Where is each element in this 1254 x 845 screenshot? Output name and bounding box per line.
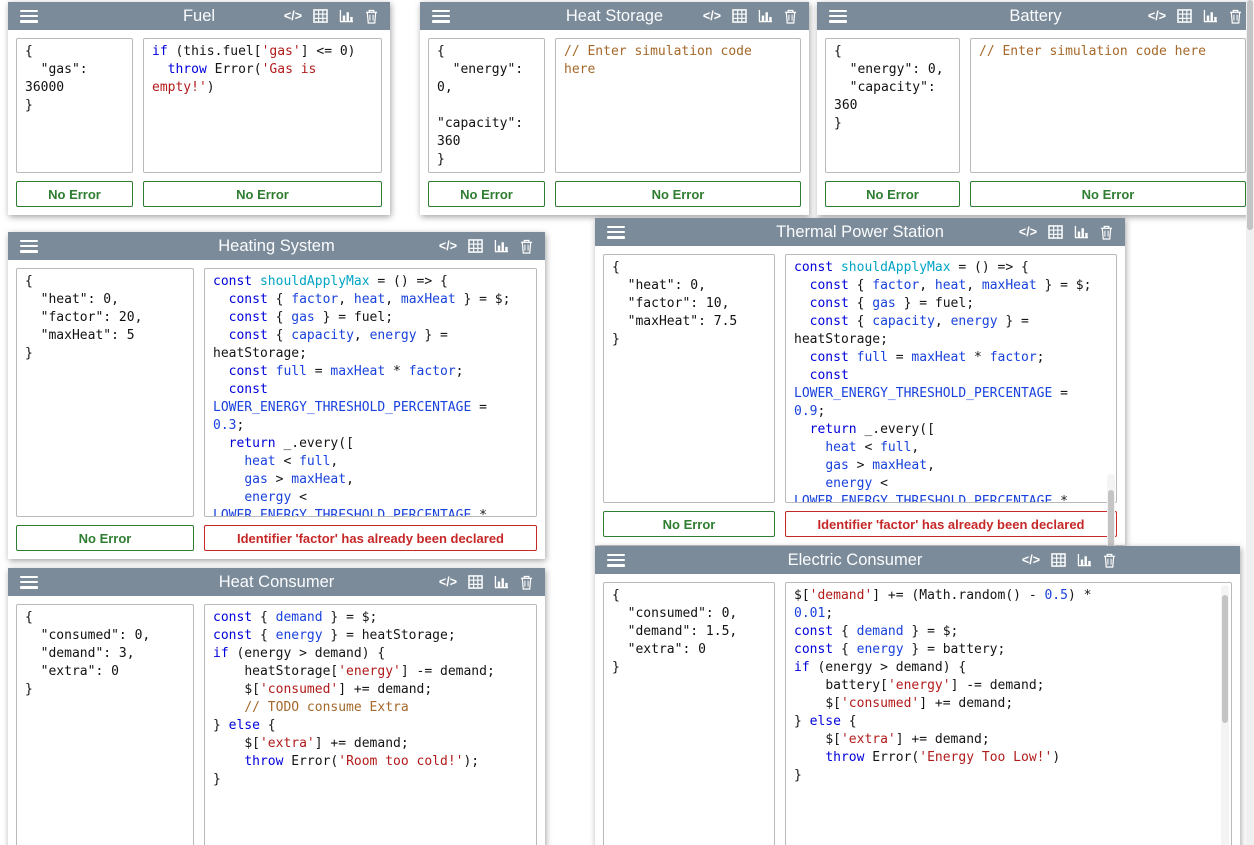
panel-title: Thermal Power Station (776, 223, 944, 242)
state-editor[interactable]: { "gas": 36000 } (16, 38, 133, 173)
panel-title: Battery (1009, 7, 1061, 26)
panel-heat-consumer: Heat Consumer </> { "consumed": 0, "dema… (8, 568, 545, 845)
panel-header[interactable]: Heating System </> (8, 232, 545, 260)
menu-icon[interactable] (829, 10, 847, 23)
panel-header[interactable]: Fuel </> (8, 2, 390, 30)
code-status: No Error (143, 181, 382, 207)
code-view-icon[interactable]: </> (1019, 226, 1037, 239)
chart-view-icon[interactable] (758, 9, 773, 23)
chart-view-icon[interactable] (1077, 553, 1092, 567)
header-icons: </> (439, 575, 533, 590)
panel-electric-consumer: Electric Consumer </> { "consumed": 0, "… (595, 546, 1240, 845)
status-row: No Error Identifier 'factor' has already… (595, 511, 1125, 545)
header-icons: </> (284, 9, 378, 24)
code-view-icon[interactable]: </> (703, 10, 721, 23)
state-editor[interactable]: { "heat": 0, "factor": 10, "maxHeat": 7.… (603, 254, 775, 503)
chart-view-icon[interactable] (494, 239, 509, 253)
code-editor[interactable]: if (this.fuel['gas'] <= 0) throw Error('… (143, 38, 382, 173)
trash-icon[interactable] (520, 239, 533, 254)
table-view-icon[interactable] (1048, 225, 1063, 239)
code-status: Identifier 'factor' has already been dec… (204, 525, 537, 551)
status-row: No Error No Error (420, 181, 809, 215)
menu-icon[interactable] (607, 554, 625, 567)
panel-thermal-power-station: Thermal Power Station </> { "heat": 0, "… (595, 218, 1125, 545)
state-editor[interactable]: { "energy": 0, "capacity": 360 } (825, 38, 960, 173)
header-icons: </> (439, 239, 533, 254)
header-icons: </> (703, 9, 797, 24)
code-status: No Error (970, 181, 1246, 207)
panel-title: Fuel (183, 7, 215, 26)
header-icons: </> (1019, 225, 1113, 240)
code-editor[interactable]: const shouldApplyMax = () => { const { f… (785, 254, 1117, 503)
state-status: No Error (16, 181, 133, 207)
panel-title: Heat Storage (566, 7, 663, 26)
trash-icon[interactable] (1103, 553, 1116, 568)
code-view-icon[interactable]: </> (284, 10, 302, 23)
table-view-icon[interactable] (732, 9, 747, 23)
chart-view-icon[interactable] (339, 9, 354, 23)
panel-title: Electric Consumer (788, 551, 923, 570)
status-row: No Error No Error (8, 181, 390, 215)
status-row: No Error No Error (817, 181, 1254, 215)
state-editor[interactable]: { "energy": 0, "capacity": 360 } (428, 38, 545, 173)
panel-title: Heating System (218, 237, 334, 256)
simulation-dashboard: Fuel </> { "gas": 36000 } if (this.fuel[… (0, 0, 1254, 845)
code-view-icon[interactable]: </> (439, 240, 457, 253)
code-view-icon[interactable]: </> (1148, 10, 1166, 23)
code-scrollbar[interactable] (1221, 585, 1229, 845)
code-status: Identifier 'factor' has already been dec… (785, 511, 1117, 537)
state-status: No Error (16, 525, 194, 551)
panel-battery: Battery </> { "energy": 0, "capacity": 3… (817, 2, 1254, 215)
state-status: No Error (825, 181, 960, 207)
table-view-icon[interactable] (1177, 9, 1192, 23)
menu-icon[interactable] (20, 10, 38, 23)
menu-icon[interactable] (432, 10, 450, 23)
table-view-icon[interactable] (468, 239, 483, 253)
code-view-icon[interactable]: </> (1022, 554, 1040, 567)
panel-fuel: Fuel </> { "gas": 36000 } if (this.fuel[… (8, 2, 390, 215)
table-view-icon[interactable] (313, 9, 328, 23)
panel-heating-system: Heating System </> { "heat": 0, "factor"… (8, 232, 545, 559)
state-editor[interactable]: { "consumed": 0, "demand": 3, "extra": 0… (16, 604, 194, 845)
trash-icon[interactable] (520, 575, 533, 590)
code-editor[interactable]: const shouldApplyMax = () => { const { f… (204, 268, 537, 517)
panel-header[interactable]: Battery </> (817, 2, 1254, 30)
scrollbar-thumb[interactable] (1222, 595, 1228, 723)
status-row: No Error Identifier 'factor' has already… (8, 525, 545, 559)
code-editor[interactable]: // Enter simulation codehere (555, 38, 801, 173)
code-editor[interactable]: // Enter simulation code here (970, 38, 1246, 173)
panel-title: Heat Consumer (219, 573, 335, 592)
menu-icon[interactable] (20, 240, 38, 253)
chart-view-icon[interactable] (494, 575, 509, 589)
panel-header[interactable]: Thermal Power Station </> (595, 218, 1125, 246)
table-view-icon[interactable] (1051, 553, 1066, 567)
state-status: No Error (603, 511, 775, 537)
panel-heat-storage: Heat Storage </> { "energy": 0, "capacit… (420, 2, 809, 215)
state-status: No Error (428, 181, 545, 207)
chart-view-icon[interactable] (1203, 9, 1218, 23)
state-editor[interactable]: { "heat": 0, "factor": 20, "maxHeat": 5 … (16, 268, 194, 517)
trash-icon[interactable] (784, 9, 797, 24)
panel-header[interactable]: Electric Consumer </> (595, 546, 1240, 574)
menu-icon[interactable] (607, 226, 625, 239)
scrollbar-thumb[interactable] (1247, 0, 1253, 230)
code-status: No Error (555, 181, 801, 207)
state-editor[interactable]: { "consumed": 0, "demand": 1.5, "extra":… (603, 582, 775, 845)
trash-icon[interactable] (365, 9, 378, 24)
trash-icon[interactable] (1100, 225, 1113, 240)
table-view-icon[interactable] (468, 575, 483, 589)
panel-header[interactable]: Heat Consumer </> (8, 568, 545, 596)
header-icons: </> (1148, 9, 1242, 24)
header-icons: </> (1022, 553, 1116, 568)
code-editor[interactable]: const { demand } = $;const { energy } = … (204, 604, 537, 845)
page-scrollbar[interactable] (1246, 0, 1254, 845)
menu-icon[interactable] (20, 576, 38, 589)
chart-view-icon[interactable] (1074, 225, 1089, 239)
code-editor[interactable]: $['demand'] += (Math.random() - 0.5) *0.… (785, 582, 1232, 845)
code-view-icon[interactable]: </> (439, 576, 457, 589)
panel-header[interactable]: Heat Storage </> (420, 2, 809, 30)
trash-icon[interactable] (1229, 9, 1242, 24)
